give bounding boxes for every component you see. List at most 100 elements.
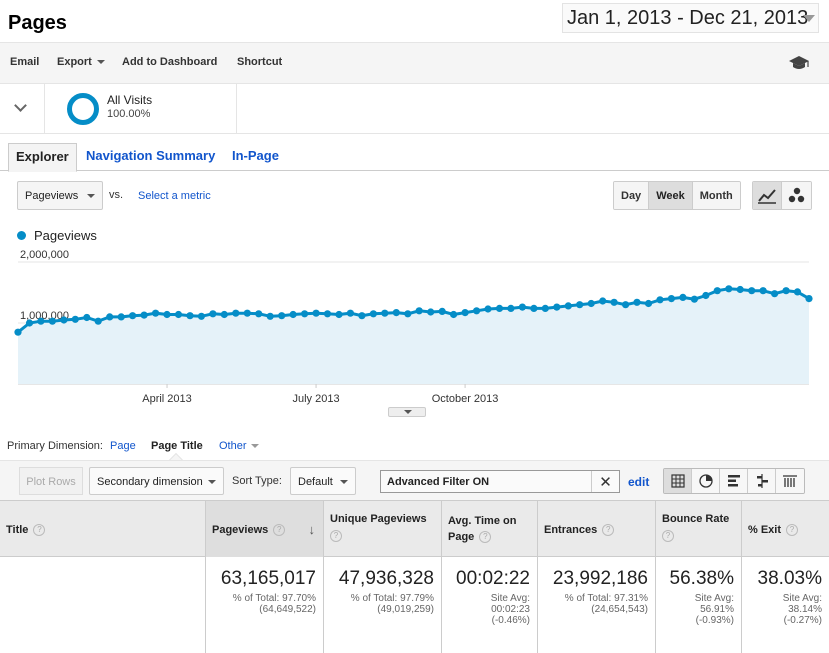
data-point: [392, 309, 400, 317]
week-button[interactable]: Week: [649, 182, 693, 209]
column-exit-label: % Exit: [748, 524, 782, 536]
close-icon[interactable]: ✕: [591, 471, 619, 492]
help-icon[interactable]: ?: [33, 524, 46, 537]
column-exit[interactable]: % Exit?: [742, 501, 829, 557]
total-sub: % of Total: 97.70% (64,649,522): [210, 593, 316, 615]
data-point: [587, 299, 595, 308]
motion-chart-button[interactable]: [782, 182, 811, 209]
totals-exit: 38.03% Site Avg: 38.14% (-0.27%): [742, 557, 829, 653]
segment-bar: All Visits 100.00%: [0, 84, 829, 134]
line-chart-button[interactable]: [753, 182, 782, 209]
column-pageviews[interactable]: Pageviews? ↓: [206, 501, 324, 557]
help-icon[interactable]: ?: [273, 524, 286, 537]
help-icon[interactable]: ?: [662, 530, 674, 542]
total-sub-line: 00:02:23: [491, 604, 530, 615]
total-value: 23,992,186: [552, 568, 648, 589]
total-sub-line: % of Total: 97.79%: [350, 593, 434, 604]
data-point: [679, 293, 687, 301]
total-sub-line: % of Total: 97.70%: [232, 593, 316, 604]
chevron-down-icon: [208, 480, 216, 484]
dimension-other[interactable]: Other: [219, 440, 259, 452]
total-value: 63,165,017: [220, 568, 316, 589]
column-avg-time-on-page[interactable]: Avg. Time on Page?: [442, 501, 538, 557]
data-point: [346, 309, 354, 317]
dimension-page[interactable]: Page: [110, 440, 136, 452]
sort-type-select[interactable]: Default: [290, 467, 356, 495]
column-pageviews-label: Pageviews: [212, 524, 269, 536]
performance-view-button[interactable]: [720, 469, 748, 493]
data-point: [427, 308, 435, 316]
metric-select[interactable]: Pageviews: [17, 181, 103, 210]
chevron-down-icon: [250, 444, 259, 449]
column-bounce-rate[interactable]: Bounce Rate?: [656, 501, 742, 557]
column-title[interactable]: Title?: [0, 501, 206, 557]
add-to-dashboard-button[interactable]: Add to Dashboard: [122, 56, 217, 68]
data-point: [553, 303, 561, 311]
day-button[interactable]: Day: [614, 182, 650, 209]
pivot-view-button[interactable]: [776, 469, 804, 493]
data-point: [197, 312, 205, 320]
dimension-page-title[interactable]: Page Title: [151, 440, 203, 452]
tab-navigation-summary[interactable]: Navigation Summary: [79, 143, 222, 168]
total-sub: % of Total: 97.79% (49,019,259): [328, 593, 434, 615]
report-tabs: Explorer Navigation Summary In-Page: [0, 134, 829, 172]
data-point: [576, 301, 584, 309]
chart-resize-handle[interactable]: [388, 407, 426, 417]
data-point: [301, 310, 309, 318]
graduation-cap-icon[interactable]: [788, 55, 810, 71]
email-button[interactable]: Email: [10, 56, 39, 68]
chevron-down-icon: [87, 194, 95, 198]
pageviews-chart: 2,000,000 1,000,000 April 2013 July 2013 Oct…: [0, 250, 829, 420]
column-entrances[interactable]: Entrances?: [538, 501, 656, 557]
chart-legend: Pageviews: [17, 228, 97, 243]
date-range-text: Jan 1, 2013 - Dec 21, 2013: [567, 7, 809, 29]
comparison-icon: [757, 474, 768, 488]
date-range-picker[interactable]: Jan 1, 2013 - Dec 21, 2013: [562, 3, 819, 33]
plot-rows-button[interactable]: Plot Rows: [19, 467, 83, 495]
data-point: [37, 317, 45, 325]
tab-explorer[interactable]: Explorer: [8, 143, 77, 172]
shortcut-button[interactable]: Shortcut: [237, 56, 282, 68]
page-title: Pages: [8, 12, 67, 34]
segment-all-visits[interactable]: All Visits 100.00%: [45, 84, 237, 133]
data-point: [186, 312, 194, 320]
data-view-button[interactable]: [664, 469, 692, 493]
data-point: [117, 313, 125, 321]
data-point: [484, 305, 492, 313]
segment-toggle[interactable]: [0, 84, 45, 133]
totals-title-cell: [0, 557, 206, 653]
help-icon[interactable]: ?: [786, 524, 799, 537]
report-toolbar: Email Export Add to Dashboard Shortcut: [0, 42, 829, 84]
tab-in-page[interactable]: In-Page: [225, 143, 286, 168]
total-value: 47,936,328: [338, 568, 434, 589]
column-unique-pageviews[interactable]: Unique Pageviews?: [324, 501, 442, 557]
data-point: [644, 299, 653, 308]
sort-type-value: Default: [298, 476, 333, 488]
secondary-dimension-select[interactable]: Secondary dimension: [89, 467, 224, 495]
data-point: [450, 310, 458, 319]
data-point: [83, 313, 91, 322]
help-icon[interactable]: ?: [602, 524, 615, 537]
export-button[interactable]: Export: [57, 56, 105, 68]
data-point: [530, 304, 538, 312]
month-button[interactable]: Month: [692, 182, 740, 209]
data-point: [243, 309, 251, 317]
chevron-down-icon: [340, 480, 348, 484]
select-metric-link[interactable]: Select a metric: [138, 190, 211, 202]
data-point: [94, 317, 102, 325]
grid-icon: [671, 474, 685, 488]
data-point: [473, 307, 481, 315]
pie-view-button[interactable]: [692, 469, 720, 493]
advanced-filter-text: Advanced Filter ON: [387, 476, 490, 488]
data-point: [335, 310, 343, 319]
legend-label: Pageviews: [34, 228, 97, 243]
data-point: [415, 307, 423, 315]
advanced-filter[interactable]: Advanced Filter ON ✕: [380, 470, 620, 493]
comparison-view-button[interactable]: [748, 469, 776, 493]
data-point: [152, 309, 160, 317]
segment-percent: 100.00%: [107, 108, 151, 120]
help-icon[interactable]: ?: [479, 531, 492, 544]
edit-filter-link[interactable]: edit: [628, 475, 649, 489]
chart-type-toggle: [752, 181, 812, 210]
help-icon[interactable]: ?: [330, 530, 342, 542]
